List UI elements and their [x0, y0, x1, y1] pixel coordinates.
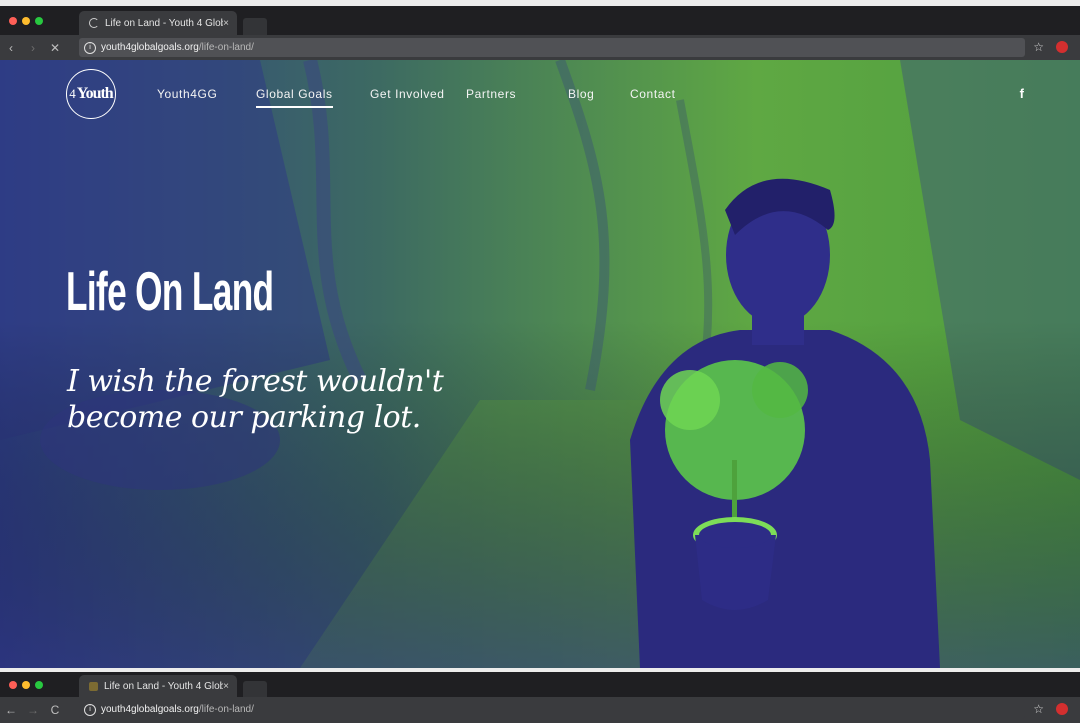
forward-button[interactable]: ›: [22, 41, 44, 55]
new-tab-button-secondary[interactable]: [243, 681, 267, 697]
extension-icon[interactable]: [1056, 41, 1068, 53]
zoom-window-button-secondary[interactable]: [35, 681, 43, 689]
stop-button[interactable]: ✕: [44, 41, 66, 55]
tab-close-icon[interactable]: ×: [223, 18, 229, 29]
browser-toolbar-secondary: ← → C i youth4globalgoals.org/life-on-la…: [0, 697, 1080, 723]
nav-item-get-involved[interactable]: Get Involved: [370, 87, 445, 101]
extension-icon-secondary[interactable]: [1056, 703, 1068, 715]
nav-item-contact[interactable]: Contact: [630, 87, 676, 101]
browser-tab-active[interactable]: Life on Land - Youth 4 Global ×: [79, 11, 237, 35]
tab-title: Life on Land - Youth 4 Global: [105, 17, 224, 29]
browser-window-secondary: Life on Land - Youth 4 Global × ← → C i …: [0, 672, 1080, 723]
bookmark-star-icon[interactable]: ☆: [1033, 40, 1044, 54]
tab-title-secondary: Life on Land - Youth 4 Global: [104, 680, 224, 692]
window-controls: [9, 17, 43, 25]
browser-toolbar: ‹ › ✕ i youth4globalgoals.org/life-on-la…: [0, 35, 1080, 60]
close-window-button-secondary[interactable]: [9, 681, 17, 689]
url-host: youth4globalgoals.org: [101, 42, 199, 53]
browser-window-main: Life on Land - Youth 4 Global × ‹ › ✕ i …: [0, 6, 1080, 668]
site-info-icon[interactable]: i: [84, 41, 96, 54]
browser-tab-secondary[interactable]: Life on Land - Youth 4 Global ×: [79, 675, 237, 697]
forward-button-secondary[interactable]: →: [22, 703, 44, 717]
favicon-icon: [89, 681, 98, 691]
window-controls-secondary: [9, 681, 43, 689]
nav-item-youth4gg[interactable]: Youth4GG: [157, 87, 217, 101]
reload-button-secondary[interactable]: C: [44, 703, 66, 717]
title-bar-secondary: Life on Land - Youth 4 Global ×: [0, 672, 1080, 697]
back-button-secondary[interactable]: ←: [0, 703, 22, 717]
logo-number: 4: [69, 86, 76, 101]
zoom-window-button[interactable]: [35, 17, 43, 25]
address-bar-secondary[interactable]: i youth4globalgoals.org/life-on-land/: [79, 700, 1025, 719]
address-bar[interactable]: i youth4globalgoals.org/life-on-land/: [79, 38, 1025, 57]
bookmark-star-icon-secondary[interactable]: ☆: [1033, 702, 1044, 716]
hero-title: Life On Land: [66, 260, 274, 322]
nav-item-blog[interactable]: Blog: [568, 87, 594, 101]
tab-close-icon-secondary[interactable]: ×: [223, 681, 229, 692]
site-navigation: 4 Youth Youth4GG Global Goals Get Involve…: [0, 66, 1080, 119]
loading-spinner-icon: [89, 18, 99, 28]
logo-text: Youth: [76, 85, 114, 102]
page-viewport: 4 Youth Youth4GG Global Goals Get Involve…: [0, 60, 1080, 668]
facebook-icon[interactable]: f: [1020, 86, 1024, 101]
url-path-secondary: /life-on-land/: [198, 704, 254, 715]
title-bar: Life on Land - Youth 4 Global ×: [0, 6, 1080, 35]
site-info-icon-secondary[interactable]: i: [84, 703, 96, 716]
url-host-secondary: youth4globalgoals.org: [101, 704, 199, 715]
site-logo[interactable]: 4 Youth: [66, 69, 116, 119]
nav-item-partners[interactable]: Partners: [466, 87, 516, 101]
nav-item-global-goals[interactable]: Global Goals: [256, 87, 333, 108]
minimize-window-button[interactable]: [22, 17, 30, 25]
hero-quote: I wish the forest wouldn't become our pa…: [67, 364, 444, 435]
new-tab-button[interactable]: [243, 18, 267, 35]
close-window-button[interactable]: [9, 17, 17, 25]
url-path: /life-on-land/: [198, 42, 254, 53]
back-button[interactable]: ‹: [0, 41, 22, 55]
minimize-window-button-secondary[interactable]: [22, 681, 30, 689]
